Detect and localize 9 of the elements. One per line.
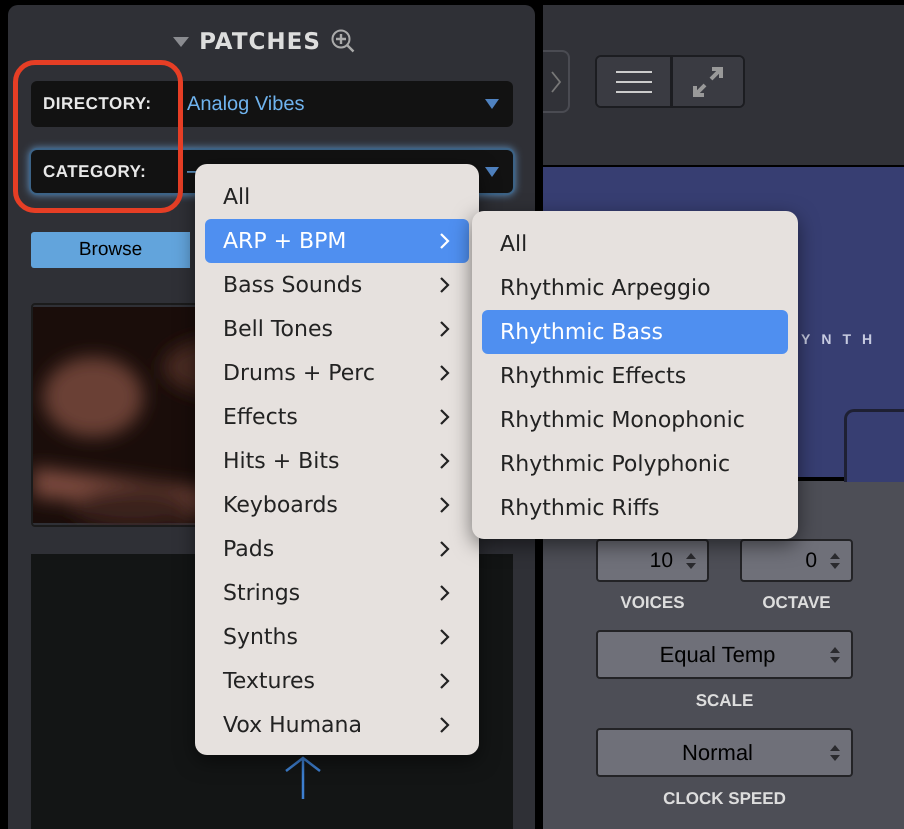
- field-label: DIRECTORY:: [43, 94, 153, 114]
- panel-title: PATCHES: [199, 29, 321, 55]
- control-label: VOICES: [620, 593, 685, 612]
- banner-title: YNTH: [801, 331, 884, 347]
- control-label: SCALE: [696, 691, 754, 710]
- field-value: Analog Vibes: [187, 92, 306, 116]
- field-label: CATEGORY:: [43, 162, 148, 182]
- control-label: CLOCK SPEED: [663, 789, 786, 808]
- control-label: OCTAVE: [762, 593, 831, 612]
